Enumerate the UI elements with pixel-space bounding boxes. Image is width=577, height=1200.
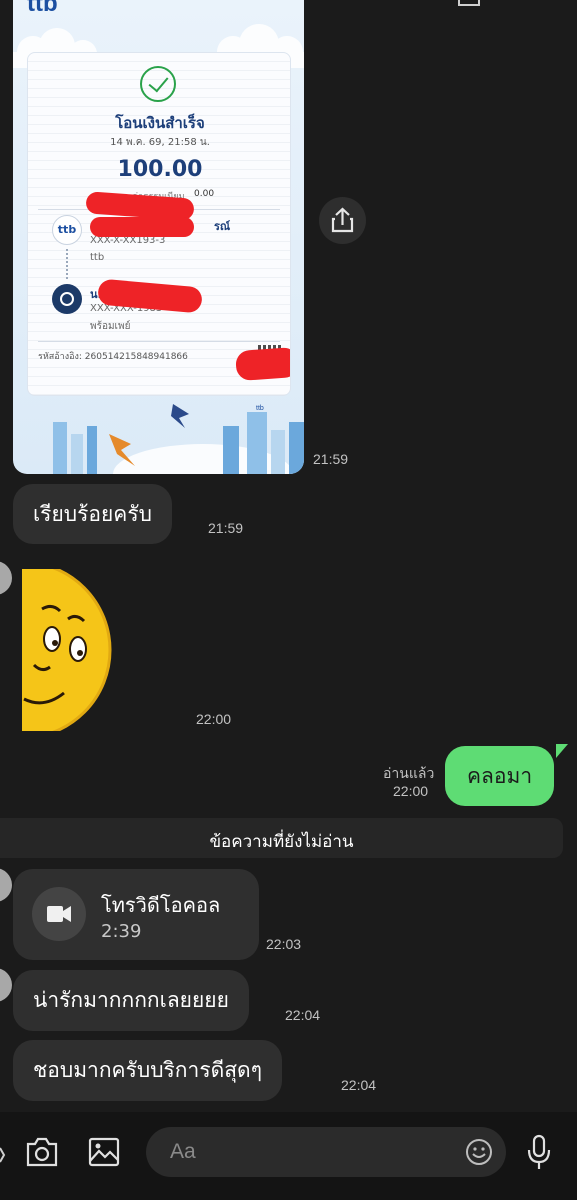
transfer-slip-image[interactable]: ttb โอนเงินสำเร็จ 14 พ.ค. 69, 21:58 น. 1… [13, 0, 304, 474]
city-skyline-decoration: ttb [53, 404, 304, 474]
unread-label: ข้อความที่ยังไม่อ่าน [209, 832, 354, 852]
footer-logo: ttb [256, 405, 264, 412]
message-time: 21:59 [208, 520, 244, 536]
message-text: คลอมา [467, 763, 533, 788]
reference-number: รหัสอ้างอิง: 260514215848941866 [38, 352, 188, 362]
call-title: โทรวิดีโอคอล [101, 893, 221, 917]
transfer-connector [66, 249, 68, 279]
incoming-message[interactable]: ชอบมากครับบริการดีสุดๆ [13, 1040, 282, 1101]
redaction-mark [90, 217, 194, 237]
sticker-emoji[interactable] [22, 569, 112, 731]
message-text: เรียบร้อยครับ [33, 501, 152, 526]
video-call-message[interactable]: โทรวิดีโอคอล 2:39 [13, 869, 259, 960]
bank-logo: ttb [27, 0, 58, 17]
avatar[interactable] [0, 561, 12, 595]
divider [38, 341, 280, 342]
fee-value: 0.00 [194, 189, 215, 199]
sender-bank-icon: ttb [52, 215, 82, 245]
message-time: 22:03 [266, 936, 302, 952]
avatar[interactable] [0, 968, 12, 1002]
input-placeholder: Aa [170, 1140, 196, 1163]
message-time: 22:00 [196, 711, 232, 727]
message-time: 22:00 [393, 783, 429, 799]
microphone-icon[interactable] [525, 1134, 553, 1172]
success-check-icon [140, 66, 176, 102]
avatar[interactable] [0, 868, 12, 902]
camera-icon[interactable] [24, 1136, 60, 1168]
bubble-tail [556, 744, 568, 758]
gallery-icon[interactable] [87, 1136, 121, 1168]
sender-bank: ttb [90, 252, 105, 263]
slip-date: 14 พ.ค. 69, 21:58 น. [110, 137, 210, 148]
outgoing-message[interactable]: คลอมา [445, 746, 555, 806]
header-icons [330, 0, 490, 6]
message-text: ชอบมากครับบริการดีสุดๆ [33, 1058, 262, 1082]
receiver-bank-icon [52, 284, 82, 314]
message-input-bar: Aa [0, 1112, 577, 1200]
message-input[interactable]: Aa [146, 1127, 506, 1177]
read-receipt: อ่านแล้ว [383, 765, 435, 781]
slip-card: โอนเงินสำเร็จ 14 พ.ค. 69, 21:58 น. 100.0… [27, 52, 291, 396]
incoming-message[interactable]: น่ารักมากกกกเลยยยย [13, 970, 249, 1031]
message-time: 22:04 [285, 1007, 321, 1023]
menu-icon[interactable] [458, 0, 480, 6]
unread-divider: ข้อความที่ยังไม่อ่าน [0, 818, 563, 858]
video-call-icon [32, 887, 86, 941]
message-time: 22:04 [341, 1077, 377, 1093]
expand-icon[interactable] [0, 1140, 6, 1170]
slip-amount: 100.00 [117, 157, 203, 182]
share-button[interactable] [319, 197, 366, 244]
emoji-icon[interactable] [464, 1137, 494, 1167]
receiver-bank: พร้อมเพย์ [90, 321, 131, 332]
message-text: น่ารักมากกกกเลยยยย [33, 988, 229, 1012]
share-icon [331, 207, 354, 233]
message-time: 21:59 [313, 451, 349, 467]
call-duration: 2:39 [101, 921, 142, 942]
redaction-mark [235, 346, 290, 382]
incoming-message[interactable]: เรียบร้อยครับ [13, 484, 172, 544]
slip-title: โอนเงินสำเร็จ [115, 114, 205, 132]
sender-name: รณ์ [214, 220, 231, 233]
